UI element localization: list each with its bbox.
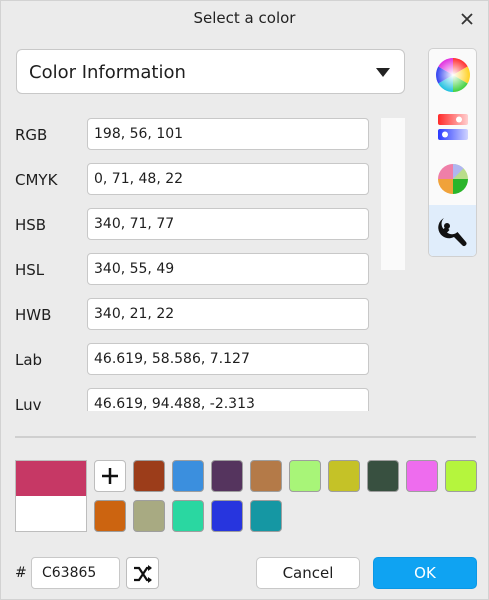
color-swatch[interactable] (367, 460, 399, 492)
tab-palette[interactable] (429, 153, 476, 205)
mode-tabs (428, 48, 477, 257)
row-hsl: HSL 340, 55, 49 (1, 253, 381, 287)
row-label: RGB (15, 126, 48, 144)
mode-dropdown-label: Color Information (29, 62, 186, 83)
close-icon[interactable] (458, 10, 476, 28)
row-hsb: HSB 340, 71, 77 (1, 208, 381, 242)
sliders-icon (438, 114, 468, 140)
color-swatch[interactable] (250, 460, 282, 492)
chevron-down-icon (376, 68, 390, 77)
scrollbar[interactable] (381, 118, 405, 270)
color-swatch[interactable] (445, 460, 477, 492)
row-luv: Luv 46.619, 94.488, -2.313 (1, 388, 381, 411)
tab-info[interactable] (429, 205, 476, 256)
new-color-preview (16, 461, 86, 496)
hsl-field[interactable]: 340, 55, 49 (87, 253, 369, 285)
add-custom-color-button[interactable] (94, 460, 126, 492)
color-swatch[interactable] (250, 500, 282, 532)
old-color-preview[interactable] (16, 496, 86, 531)
hex-prefix: # (15, 565, 27, 581)
dialog-title: Select a color (193, 9, 296, 27)
color-swatch[interactable] (133, 460, 165, 492)
cancel-button[interactable]: Cancel (256, 557, 360, 589)
hex-input[interactable]: C63865 (31, 557, 120, 589)
color-swatch[interactable] (406, 460, 438, 492)
mode-dropdown[interactable]: Color Information (16, 49, 405, 94)
color-info-list: RGB 198, 56, 101 CMYK 0, 71, 48, 22 HSB … (1, 111, 381, 411)
row-label: HWB (15, 306, 52, 324)
color-swatch[interactable] (289, 460, 321, 492)
color-swatch[interactable] (211, 500, 243, 532)
color-swatch[interactable] (94, 500, 126, 532)
row-cmyk: CMYK 0, 71, 48, 22 (1, 163, 381, 197)
color-preview (15, 460, 87, 532)
color-swatch[interactable] (211, 460, 243, 492)
color-wheel-icon (436, 58, 470, 92)
color-swatch[interactable] (172, 460, 204, 492)
row-label: HSL (15, 261, 45, 279)
color-swatch[interactable] (133, 500, 165, 532)
cmyk-field[interactable]: 0, 71, 48, 22 (87, 163, 369, 195)
wrench-icon (438, 218, 467, 246)
row-rgb: RGB 198, 56, 101 (1, 118, 381, 152)
tab-sliders[interactable] (429, 101, 476, 153)
hwb-field[interactable]: 340, 21, 22 (87, 298, 369, 330)
lab-field[interactable]: 46.619, 58.586, 7.127 (87, 343, 369, 375)
palette-icon (438, 164, 468, 194)
row-label: CMYK (15, 171, 58, 189)
divider (15, 436, 476, 438)
row-label: Luv (15, 396, 42, 411)
ok-button[interactable]: OK (373, 557, 477, 589)
rgb-field[interactable]: 198, 56, 101 (87, 118, 369, 150)
row-label: Lab (15, 351, 43, 369)
random-color-button[interactable] (126, 557, 159, 589)
color-swatch[interactable] (172, 500, 204, 532)
shuffle-icon (134, 565, 152, 583)
plus-icon (102, 468, 118, 484)
row-hwb: HWB 340, 21, 22 (1, 298, 381, 332)
row-label: HSB (15, 216, 47, 234)
row-lab: Lab 46.619, 58.586, 7.127 (1, 343, 381, 377)
luv-field[interactable]: 46.619, 94.488, -2.313 (87, 388, 369, 411)
color-swatch[interactable] (328, 460, 360, 492)
color-picker-dialog: Select a color Color Information RGB 198… (0, 0, 489, 600)
title-bar: Select a color (1, 1, 488, 37)
tab-color-wheel[interactable] (429, 49, 476, 101)
hsb-field[interactable]: 340, 71, 77 (87, 208, 369, 240)
